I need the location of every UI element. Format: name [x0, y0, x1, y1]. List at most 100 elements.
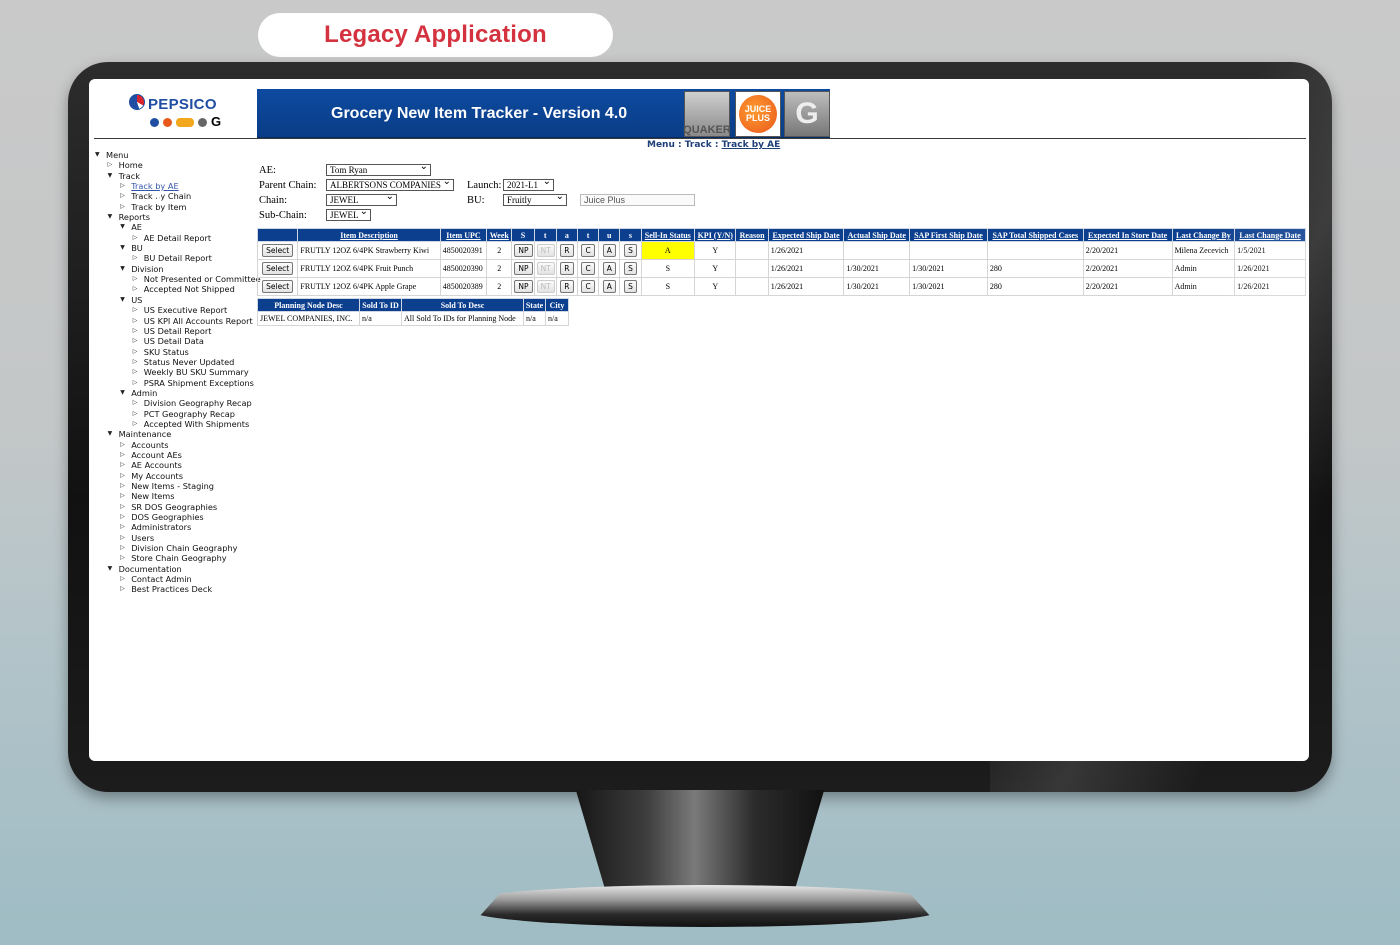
tree-item-division-chain-geography[interactable]: ▷ Division Chain Geography: [95, 543, 260, 553]
caret-right-icon[interactable]: ▷: [120, 584, 125, 594]
status-a-button[interactable]: A: [602, 244, 616, 257]
tree-item-ae-detail-report[interactable]: ▷ AE Detail Report: [95, 233, 260, 243]
items-header-cell[interactable]: Reason: [735, 228, 769, 242]
status-r-button[interactable]: R: [560, 244, 574, 257]
tree-item-menu[interactable]: ▼ Menu: [95, 150, 260, 160]
caret-right-icon[interactable]: ▷: [120, 574, 125, 584]
caret-right-icon[interactable]: ▷: [133, 253, 138, 263]
tree-item-my-accounts[interactable]: ▷ My Accounts: [95, 471, 260, 481]
status-c-button[interactable]: C: [581, 244, 595, 257]
tree-item-bu-detail-report[interactable]: ▷ BU Detail Report: [95, 253, 260, 263]
caret-down-icon[interactable]: ▼: [108, 171, 113, 181]
items-header-cell[interactable]: KPI (Y/N): [694, 228, 737, 242]
items-header-cell[interactable]: Last Change By: [1171, 228, 1236, 242]
caret-right-icon[interactable]: ▷: [133, 316, 138, 326]
status-s-button[interactable]: S: [624, 262, 637, 275]
launch-select[interactable]: 2021-L1: [503, 179, 554, 191]
caret-right-icon[interactable]: ▷: [120, 450, 125, 460]
status-s-button[interactable]: S: [624, 244, 637, 257]
tree-item-dos-geographies[interactable]: ▷ DOS Geographies: [95, 512, 260, 522]
tree-item-home[interactable]: ▷ Home: [95, 160, 260, 170]
caret-down-icon[interactable]: ▼: [120, 388, 125, 398]
tree-item-new-items-staging[interactable]: ▷ New Items - Staging: [95, 481, 260, 491]
select-button[interactable]: Select: [262, 244, 294, 257]
items-header-cell[interactable]: Item Description: [297, 228, 441, 242]
bu-select[interactable]: Fruitly: [503, 194, 567, 206]
tree-item-new-items[interactable]: ▷ New Items: [95, 491, 260, 501]
caret-right-icon[interactable]: ▷: [120, 512, 125, 522]
status-a-button[interactable]: A: [602, 262, 616, 275]
tree-item-track-by-item[interactable]: ▷ Track by Item: [95, 202, 260, 212]
caret-right-icon[interactable]: ▷: [133, 409, 138, 419]
caret-right-icon[interactable]: ▷: [120, 440, 125, 450]
caret-right-icon[interactable]: ▷: [120, 181, 125, 191]
caret-down-icon[interactable]: ▼: [120, 243, 125, 253]
caret-down-icon[interactable]: ▼: [120, 222, 125, 232]
caret-right-icon[interactable]: ▷: [120, 502, 125, 512]
status-np-button[interactable]: NP: [514, 262, 533, 275]
status-c-button[interactable]: C: [581, 280, 595, 293]
caret-right-icon[interactable]: ▷: [133, 274, 138, 284]
chain-select[interactable]: JEWEL: [326, 194, 397, 206]
caret-right-icon[interactable]: ▷: [120, 491, 125, 501]
select-button[interactable]: Select: [262, 262, 294, 275]
tree-item-weekly-bu-sku-summary[interactable]: ▷ Weekly BU SKU Summary: [95, 367, 260, 377]
tree-item-ae-accounts[interactable]: ▷ AE Accounts: [95, 460, 260, 470]
caret-right-icon[interactable]: ▷: [133, 326, 138, 336]
tree-item-accepted-not-shipped[interactable]: ▷ Accepted Not Shipped: [95, 284, 260, 294]
caret-right-icon[interactable]: ▷: [133, 419, 138, 429]
tree-item-account-aes[interactable]: ▷ Account AEs: [95, 450, 260, 460]
caret-right-icon[interactable]: ▷: [108, 160, 113, 170]
items-header-cell[interactable]: SAP First Ship Date: [909, 228, 988, 242]
status-np-button[interactable]: NP: [514, 244, 533, 257]
tree-item-maintenance[interactable]: ▼ Maintenance: [95, 429, 260, 439]
select-button[interactable]: Select: [262, 280, 294, 293]
status-s-button[interactable]: S: [624, 280, 637, 293]
tree-item-us-kpi-all-accounts-report[interactable]: ▷ US KPI All Accounts Report: [95, 316, 260, 326]
tree-item-us-detail-data[interactable]: ▷ US Detail Data: [95, 336, 260, 346]
caret-right-icon[interactable]: ▷: [120, 471, 125, 481]
items-header-cell[interactable]: Actual Ship Date: [843, 228, 911, 242]
items-header-cell[interactable]: Expected In Store Date: [1082, 228, 1173, 242]
tree-item-track[interactable]: ▼ Track: [95, 171, 260, 181]
ae-select[interactable]: Tom Ryan: [326, 164, 431, 176]
tree-item-division[interactable]: ▼ Division: [95, 264, 260, 274]
tree-item-sr-dos-geographies[interactable]: ▷ SR DOS Geographies: [95, 502, 260, 512]
tree-item-users[interactable]: ▷ Users: [95, 533, 260, 543]
status-c-button[interactable]: C: [581, 262, 595, 275]
items-header-cell[interactable]: SAP Total Shipped Cases: [986, 228, 1084, 242]
caret-right-icon[interactable]: ▷: [133, 284, 138, 294]
tree-item-reports[interactable]: ▼ Reports: [95, 212, 260, 222]
tree-item-pct-geography-recap[interactable]: ▷ PCT Geography Recap: [95, 409, 260, 419]
tree-item-us[interactable]: ▼ US: [95, 295, 260, 305]
caret-right-icon[interactable]: ▷: [120, 543, 125, 553]
caret-right-icon[interactable]: ▷: [133, 233, 138, 243]
caret-right-icon[interactable]: ▷: [133, 305, 138, 315]
caret-right-icon[interactable]: ▷: [120, 202, 125, 212]
status-a-button[interactable]: A: [602, 280, 616, 293]
tree-item-contact-admin[interactable]: ▷ Contact Admin: [95, 574, 260, 584]
caret-right-icon[interactable]: ▷: [120, 460, 125, 470]
tree-item-store-chain-geography[interactable]: ▷ Store Chain Geography: [95, 553, 260, 563]
caret-right-icon[interactable]: ▷: [133, 347, 138, 357]
caret-right-icon[interactable]: ▷: [133, 336, 138, 346]
items-header-cell[interactable]: Expected Ship Date: [767, 228, 845, 242]
tree-item-best-practices-deck[interactable]: ▷ Best Practices Deck: [95, 584, 260, 594]
caret-down-icon[interactable]: ▼: [120, 295, 125, 305]
caret-down-icon[interactable]: ▼: [108, 429, 113, 439]
caret-right-icon[interactable]: ▷: [133, 357, 138, 367]
tree-item-bu[interactable]: ▼ BU: [95, 243, 260, 253]
caret-right-icon[interactable]: ▷: [120, 481, 125, 491]
tree-item-accepted-with-shipments[interactable]: ▷ Accepted With Shipments: [95, 419, 260, 429]
items-header-cell[interactable]: Item UPC: [439, 228, 488, 242]
tree-item-psra-shipment-exceptions[interactable]: ▷ PSRA Shipment Exceptions: [95, 378, 260, 388]
tree-item-documentation[interactable]: ▼ Documentation: [95, 564, 260, 574]
tree-item-administrators[interactable]: ▷ Administrators: [95, 522, 260, 532]
tree-item-division-geography-recap[interactable]: ▷ Division Geography Recap: [95, 398, 260, 408]
tree-item-track-by-ae[interactable]: ▷ Track by AE: [95, 181, 260, 191]
status-np-button[interactable]: NP: [514, 280, 533, 293]
caret-down-icon[interactable]: ▼: [120, 264, 125, 274]
tree-item-us-detail-report[interactable]: ▷ US Detail Report: [95, 326, 260, 336]
parent-chain-select[interactable]: ALBERTSONS COMPANIES: [326, 179, 454, 191]
status-r-button[interactable]: R: [560, 280, 574, 293]
